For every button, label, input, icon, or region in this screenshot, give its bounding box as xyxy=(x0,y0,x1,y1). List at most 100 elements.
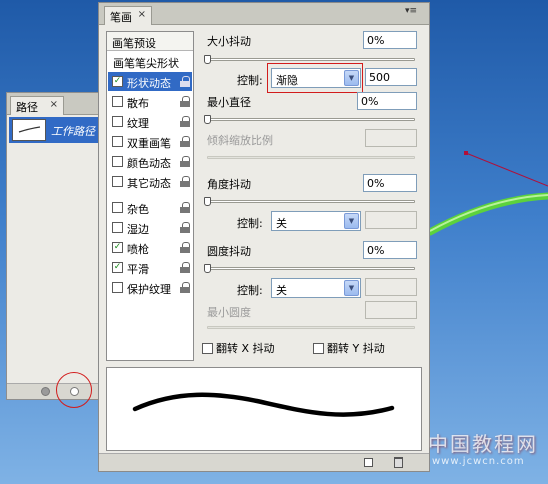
angle-control-extra-input xyxy=(365,211,417,229)
close-icon[interactable]: × xyxy=(50,99,58,110)
tab-paths-label: 路径 xyxy=(16,101,38,114)
brush-option-checkbox[interactable] xyxy=(112,136,123,147)
work-path-line xyxy=(465,152,548,187)
preview-stroke xyxy=(132,392,395,417)
brush-option-label: 双重画笔 xyxy=(127,137,171,150)
watermark-url: www.jcwcn.com xyxy=(432,456,525,467)
trash-icon[interactable] xyxy=(394,457,403,468)
close-icon[interactable]: × xyxy=(138,9,146,20)
roundness-jitter-input[interactable]: 0% xyxy=(363,241,417,259)
angle-control-dropdown[interactable]: 关 ▼ xyxy=(271,211,361,231)
brush-option-checkbox[interactable] xyxy=(112,156,123,167)
brush-option-label: 颜色动态 xyxy=(127,157,171,170)
brush-option-item[interactable]: 保护纹理 xyxy=(108,278,192,297)
lock-icon[interactable] xyxy=(180,156,190,167)
angle-jitter-slider[interactable] xyxy=(207,200,415,203)
brush-option-label: 喷枪 xyxy=(127,243,149,256)
paths-panel: 路径 × 工作路径 xyxy=(6,92,100,400)
size-control-label: 控制: xyxy=(237,74,263,87)
flip-x-jitter-checkbox[interactable]: 翻转 X 抖动 xyxy=(202,340,275,356)
brush-option-checkbox[interactable]: ✓ xyxy=(112,242,123,253)
chevron-down-icon[interactable]: ▼ xyxy=(344,280,359,296)
brush-option-checkbox[interactable] xyxy=(112,96,123,107)
panel-menu-icon[interactable]: ▾≡ xyxy=(405,6,417,16)
lock-icon[interactable] xyxy=(180,116,190,127)
lock-icon[interactable] xyxy=(180,282,190,293)
roundness-jitter-slider[interactable] xyxy=(207,267,415,270)
brush-option-checkbox[interactable]: ✓ xyxy=(112,262,123,273)
brush-option-checkbox[interactable] xyxy=(112,282,123,293)
work-path-anchor xyxy=(464,151,468,155)
roundness-control-extra-input xyxy=(365,278,417,296)
fade-steps-input[interactable]: 500 xyxy=(365,68,417,86)
lock-icon[interactable] xyxy=(180,202,190,213)
new-brush-icon[interactable] xyxy=(364,458,373,467)
roundness-jitter-slider-thumb[interactable] xyxy=(204,264,211,273)
highlight-box xyxy=(267,63,363,93)
brush-option-label: 保护纹理 xyxy=(127,283,171,296)
path-name: 工作路径 xyxy=(51,125,95,138)
lock-icon[interactable] xyxy=(180,262,190,273)
chevron-down-icon[interactable]: ▼ xyxy=(344,213,359,229)
tab-brushes[interactable]: 笔画 × xyxy=(104,6,152,25)
paths-tab-bar: 路径 × xyxy=(7,93,99,115)
lock-icon[interactable] xyxy=(180,76,190,87)
roundness-control-label: 控制: xyxy=(237,284,263,297)
angle-jitter-slider-thumb[interactable] xyxy=(204,197,211,206)
brush-option-item[interactable]: ✓ 喷枪 xyxy=(108,238,192,257)
size-jitter-slider[interactable] xyxy=(207,58,415,61)
brush-presets-button[interactable]: 画笔预设 xyxy=(107,32,193,51)
brush-option-item[interactable]: 纹理 xyxy=(108,112,192,131)
highlight-circle xyxy=(56,372,92,408)
roundness-control-dropdown[interactable]: 关 ▼ xyxy=(271,278,361,298)
lock-icon[interactable] xyxy=(180,96,190,107)
flip-x-checkbox-box[interactable] xyxy=(202,343,213,354)
angle-jitter-input[interactable]: 0% xyxy=(363,174,417,192)
tilt-scale-label: 倾斜缩放比例 xyxy=(207,134,273,147)
flip-y-checkbox-box[interactable] xyxy=(313,343,324,354)
angle-control-label: 控制: xyxy=(237,217,263,230)
min-diameter-slider[interactable] xyxy=(207,118,415,121)
fill-path-icon[interactable] xyxy=(41,387,50,396)
brush-option-label: 平滑 xyxy=(127,263,149,276)
flip-y-jitter-checkbox[interactable]: 翻转 Y 抖动 xyxy=(313,340,385,356)
tilt-scale-slider xyxy=(207,156,415,159)
brush-bottom-bar xyxy=(99,453,429,471)
brush-option-checkbox[interactable] xyxy=(112,116,123,127)
brush-option-checkbox[interactable]: ✓ xyxy=(112,76,123,87)
brush-option-item[interactable]: 杂色 xyxy=(108,198,192,217)
brush-option-item[interactable]: 画笔笔尖形状 xyxy=(108,52,192,71)
size-jitter-label: 大小抖动 xyxy=(207,35,251,48)
lock-icon[interactable] xyxy=(180,176,190,187)
brush-panel: 笔画 × ▾≡ 画笔预设 画笔笔尖形状 ✓ 形状动态散布纹理双重画笔颜色动态其它动态… xyxy=(98,2,430,472)
brush-option-item[interactable]: 湿边 xyxy=(108,218,192,237)
path-list-item[interactable]: 工作路径 xyxy=(9,117,99,143)
min-diameter-slider-thumb[interactable] xyxy=(204,115,211,124)
brush-option-item[interactable]: ✓ 平滑 xyxy=(108,258,192,277)
brush-option-checkbox[interactable] xyxy=(112,222,123,233)
brush-option-item[interactable]: 散布 xyxy=(108,92,192,111)
brush-option-item[interactable]: ✓ 形状动态 xyxy=(108,72,192,91)
tab-paths[interactable]: 路径 × xyxy=(10,96,64,115)
angle-jitter-label: 角度抖动 xyxy=(207,178,251,191)
brush-option-label: 散布 xyxy=(127,97,149,110)
watermark-text: 中国教程网 xyxy=(428,432,538,456)
roundness-jitter-label: 圆度抖动 xyxy=(207,245,251,258)
brush-option-label: 杂色 xyxy=(127,203,149,216)
brush-option-checkbox[interactable] xyxy=(112,202,123,213)
size-jitter-input[interactable]: 0% xyxy=(363,31,417,49)
size-jitter-slider-thumb[interactable] xyxy=(204,55,211,64)
lock-icon[interactable] xyxy=(180,242,190,253)
flip-x-label: 翻转 X 抖动 xyxy=(216,342,275,355)
brush-option-label: 形状动态 xyxy=(127,77,171,90)
brush-option-item[interactable]: 双重画笔 xyxy=(108,132,192,151)
roundness-control-value: 关 xyxy=(276,284,287,297)
lock-icon[interactable] xyxy=(180,222,190,233)
brush-option-item[interactable]: 其它动态 xyxy=(108,172,192,191)
brush-option-checkbox[interactable] xyxy=(112,176,123,187)
min-diameter-input[interactable]: 0% xyxy=(357,92,417,110)
brush-option-item[interactable]: 颜色动态 xyxy=(108,152,192,171)
lock-icon[interactable] xyxy=(180,136,190,147)
flip-y-label: 翻转 Y 抖动 xyxy=(327,342,385,355)
min-roundness-label: 最小圆度 xyxy=(207,306,251,319)
